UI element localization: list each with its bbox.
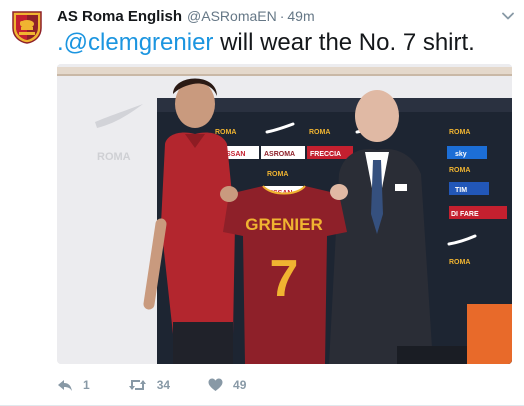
retweet-button[interactable]: 34 (128, 378, 170, 392)
author-handle[interactable]: @ASRomaEN (187, 8, 277, 24)
reply-icon (58, 380, 72, 391)
tweet-header: AS Roma English @ASRomaEN · 49m (57, 8, 315, 25)
svg-text:FRECCIA: FRECCIA (310, 151, 341, 158)
tweet-actions: 1 34 49 (57, 374, 284, 396)
svg-text:ROMA: ROMA (449, 167, 470, 174)
tweet-text-body: will wear the No. 7 shirt. (213, 29, 475, 56)
reply-button[interactable]: 1 (57, 378, 90, 392)
chevron-down-icon[interactable] (502, 12, 514, 20)
header-separator: · (279, 8, 285, 24)
svg-text:ROMA: ROMA (449, 129, 470, 136)
heart-icon (208, 378, 223, 391)
svg-text:ROMA: ROMA (449, 259, 470, 266)
like-button[interactable]: 49 (208, 378, 246, 392)
shirt-name: GRENIER (245, 215, 322, 234)
reply-count: 1 (83, 378, 90, 392)
tweet-photo[interactable]: ROMA NISSAN ASROMA FRECCIA sky TIM DI FA… (57, 64, 512, 364)
avatar[interactable] (10, 10, 44, 44)
tweet-text: .@clemgrenier will wear the No. 7 shirt. (57, 28, 475, 58)
retweet-count: 34 (156, 378, 171, 392)
photo-illustration: ROMA NISSAN ASROMA FRECCIA sky TIM DI FA… (57, 64, 512, 364)
svg-text:ROMA: ROMA (309, 129, 330, 136)
svg-text:sky: sky (455, 151, 467, 158)
svg-text:ROMA: ROMA (267, 171, 288, 178)
svg-text:TIM: TIM (455, 187, 467, 194)
author-name[interactable]: AS Roma English (57, 8, 182, 25)
svg-text:ASROMA: ASROMA (264, 151, 295, 158)
tweet-card[interactable]: AS Roma English @ASRomaEN · 49m .@clemgr… (0, 0, 524, 406)
tweet-timestamp[interactable]: 49m (287, 8, 314, 24)
like-count: 49 (233, 378, 247, 392)
svg-text:ROMA: ROMA (97, 151, 131, 163)
shirt-number: 7 (270, 250, 299, 308)
mention-link[interactable]: .@clemgrenier (57, 29, 213, 56)
svg-text:ROMA: ROMA (215, 129, 236, 136)
svg-text:DI FARE: DI FARE (451, 211, 479, 218)
retweet-icon (128, 380, 146, 390)
